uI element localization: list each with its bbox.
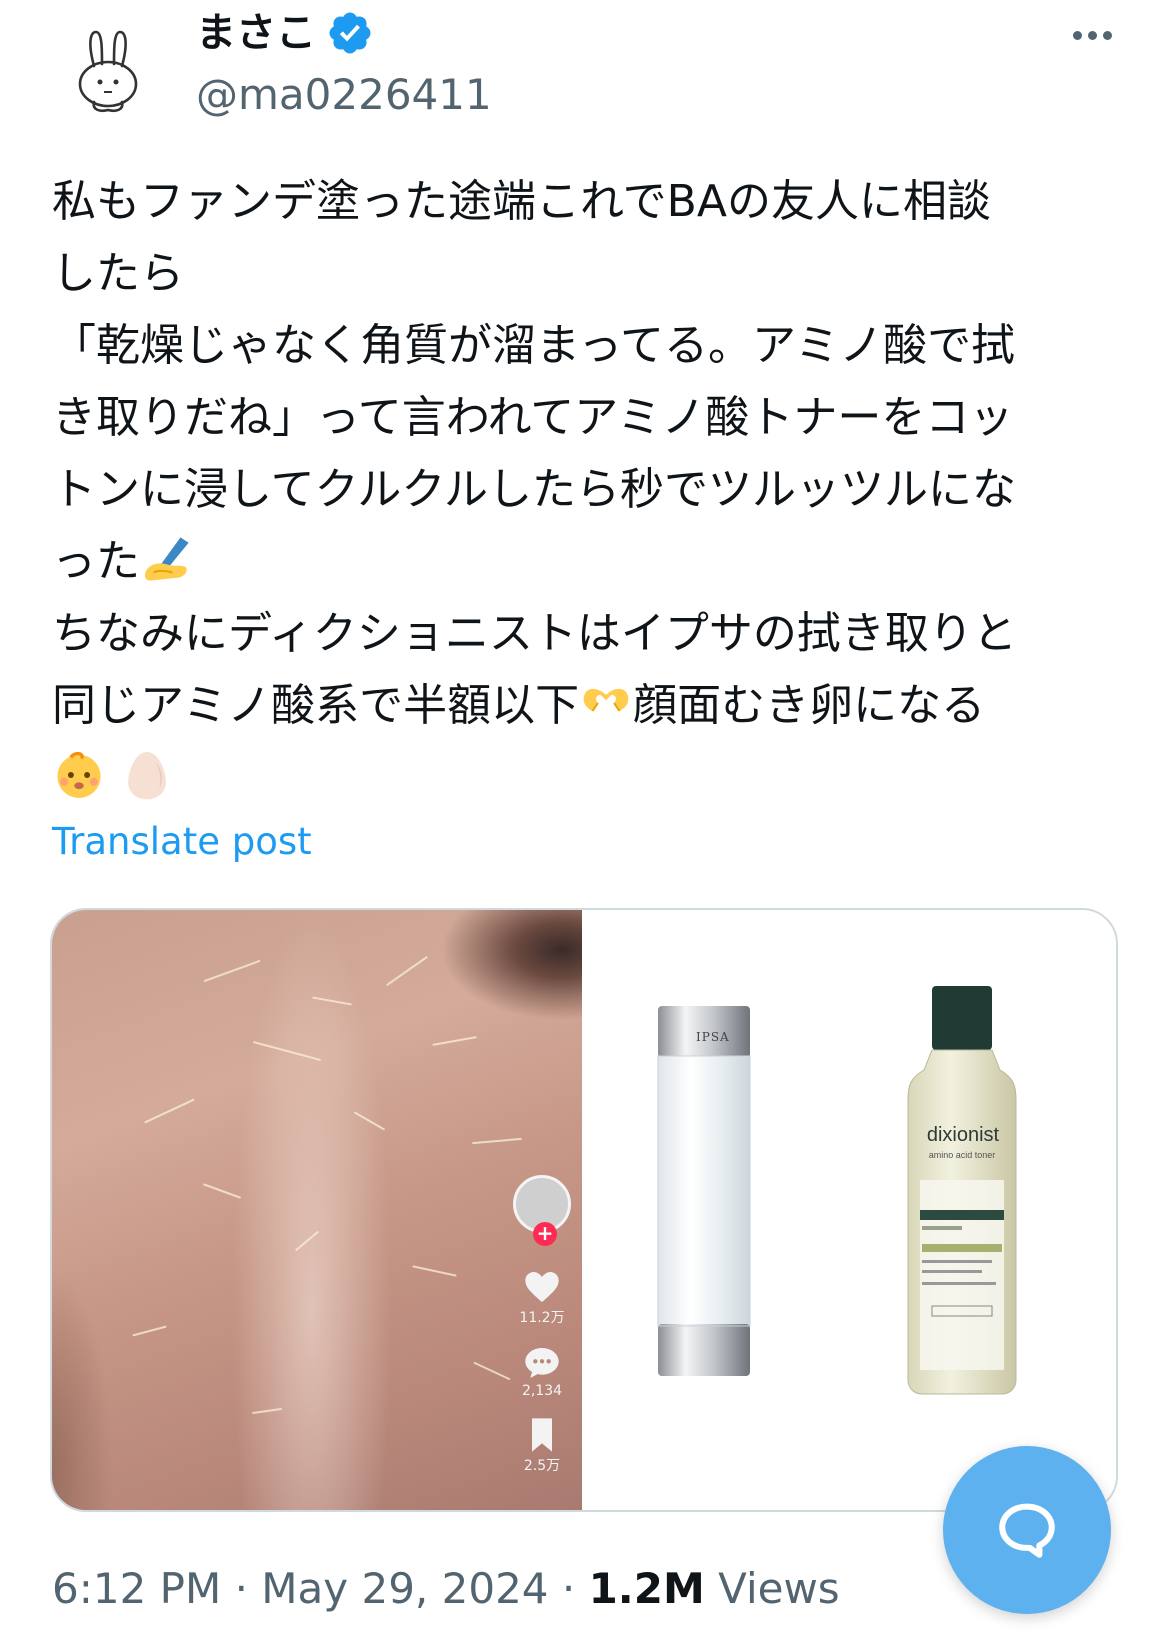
post-date[interactable]: May 29, 2024 xyxy=(261,1564,548,1613)
skin-flake xyxy=(473,1361,511,1381)
display-name-text: まさこ xyxy=(196,10,316,56)
follow-plus-icon[interactable]: + xyxy=(533,1222,557,1246)
ipsa-label: IPSA xyxy=(696,1030,730,1044)
egg-emoji xyxy=(128,752,166,800)
product-bottles-illustration xyxy=(657,986,1017,1395)
skin-flake xyxy=(202,1183,242,1199)
tiktok-comment[interactable]: 2,134 xyxy=(522,1343,562,1399)
comment-bubble-icon xyxy=(525,1348,559,1378)
heart-hands-emoji xyxy=(583,688,629,712)
tweet-line: トンに浸してクルクルしたら秒でツルッツルにな xyxy=(52,464,1017,515)
views-label[interactable]: Views xyxy=(705,1564,840,1613)
tweet-text: 私もファンデ塗った途端これでBAの友人に相談 したら 「乾燥じゃなく角質が溜まっ… xyxy=(52,166,1132,814)
baby-emoji xyxy=(57,751,101,798)
user-handle[interactable]: @ma0226411 xyxy=(196,68,492,122)
skin-flake xyxy=(132,1325,167,1337)
skin-flake xyxy=(252,1407,282,1415)
bunny-avatar-icon xyxy=(78,30,138,113)
tiktok-comment-count: 2,134 xyxy=(521,1383,563,1399)
writing-hand-emoji xyxy=(144,537,189,581)
verified-badge-icon xyxy=(329,12,371,54)
tiktok-save-count: 2.5万 xyxy=(523,1458,561,1474)
tweet-emoji-line xyxy=(52,742,1132,814)
skin-flake xyxy=(353,1111,386,1131)
ipsa-bottle xyxy=(657,1006,751,1376)
skin-flake xyxy=(203,959,261,983)
meta-separator: · xyxy=(221,1564,262,1613)
skin-flake xyxy=(412,1265,457,1277)
skin-flake xyxy=(432,1036,477,1046)
tiktok-like[interactable]: 11.2万 xyxy=(519,1267,565,1327)
views-count[interactable]: 1.2M xyxy=(589,1564,705,1613)
tiktok-sidebar: + 11.2万 2,134 2.5万 xyxy=(512,1175,572,1475)
skin-closeup-image[interactable]: + 11.2万 2,134 2.5万 xyxy=(52,910,582,1510)
reply-bubble-icon xyxy=(999,1503,1055,1558)
heart-icon xyxy=(525,1272,559,1302)
product-image[interactable]: IPSA dixionist amino acid toner xyxy=(582,910,1116,1510)
tweet-line-text: った xyxy=(52,536,140,587)
more-dot-icon xyxy=(1087,30,1097,40)
more-options-button[interactable] xyxy=(1062,20,1122,50)
tweet-line: 「乾燥じゃなく角質が溜まってる。アミノ酸で拭 xyxy=(52,320,1016,371)
tweet-line: ちなみにディクショニストはイプサの拭き取りと xyxy=(52,608,1017,659)
tiktok-save[interactable]: 2.5万 xyxy=(522,1415,562,1475)
tweet-line: 私もファンデ塗った途端これでBAの友人に相談 xyxy=(52,176,991,227)
dixionist-sublabel: amino acid toner xyxy=(928,1150,996,1160)
reply-fab-button[interactable] xyxy=(943,1446,1111,1614)
dixionist-bottle xyxy=(907,986,1017,1395)
more-dot-icon xyxy=(1072,30,1082,40)
skin-flake xyxy=(294,1230,320,1252)
tiktok-like-count: 11.2万 xyxy=(519,1310,565,1326)
meta-separator: · xyxy=(548,1564,589,1613)
display-name[interactable]: まさこ xyxy=(196,8,374,58)
tweet-line: き取りだね」って言われてアミノ酸トナーをコッ xyxy=(52,392,1014,443)
dixionist-label: dixionist xyxy=(926,1124,1000,1146)
translate-post-link[interactable]: Translate post xyxy=(52,820,312,863)
post-time[interactable]: 6:12 PM xyxy=(52,1564,221,1613)
media-attachment[interactable]: + 11.2万 2,134 2.5万 IPSA dixionist amino … xyxy=(50,908,1118,1512)
tweet-line-with-emoji: った xyxy=(52,526,1132,598)
bookmark-icon xyxy=(532,1418,552,1452)
tweet-line-with-emoji: 同じアミノ酸系で半額以下 顔面むき卵になる xyxy=(52,670,1132,742)
skin-flake xyxy=(472,1137,522,1145)
tweet-line: したら xyxy=(52,248,184,299)
tweet-line-text: 顔面むき卵になる xyxy=(633,680,986,731)
tweet-line-text: 同じアミノ酸系で半額以下 xyxy=(52,680,580,731)
tiktok-profile-avatar[interactable]: + xyxy=(513,1175,571,1246)
skin-flake xyxy=(144,1098,195,1124)
more-dot-icon xyxy=(1102,30,1112,40)
skin-flake xyxy=(312,996,352,1006)
avatar[interactable] xyxy=(50,14,166,130)
skin-flake xyxy=(252,1040,322,1062)
skin-flake xyxy=(385,955,429,987)
post-metadata: 6:12 PM · May 29, 2024 · 1.2M Views xyxy=(52,1564,840,1613)
